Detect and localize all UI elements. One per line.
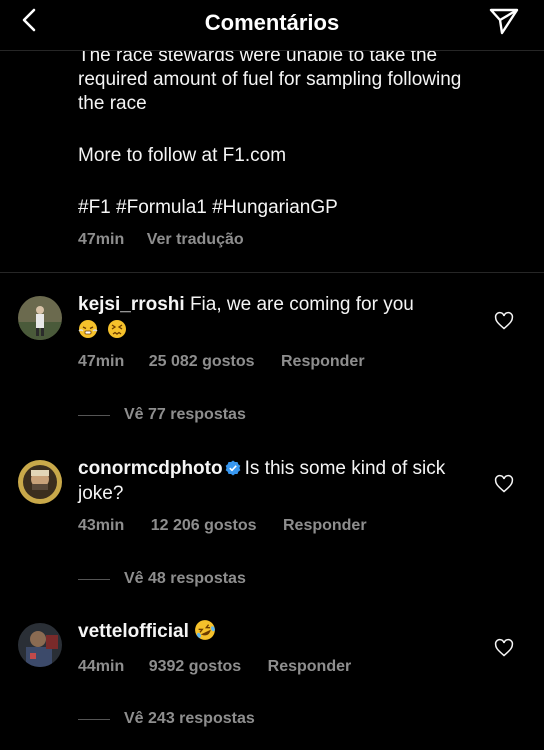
view-replies-button[interactable]: Vê 77 respostas	[78, 406, 246, 424]
triumph-face-emoji	[78, 320, 98, 338]
avatar[interactable]	[18, 460, 62, 504]
view-replies-button[interactable]: Vê 48 respostas	[78, 570, 246, 588]
comment-text: kejsi_rroshi Fia, we are coming for you	[78, 292, 458, 342]
caption-link-line: More to follow at F1.com	[78, 145, 287, 166]
view-replies-label: Vê 77 respostas	[124, 406, 246, 423]
avatar[interactable]	[18, 296, 62, 340]
caption-line: the race	[78, 93, 147, 114]
rolling-on-floor-laughing-emoji	[195, 620, 216, 640]
view-replies-button[interactable]: Vê 243 respostas	[78, 710, 255, 728]
view-replies-label: Vê 243 respostas	[124, 710, 255, 727]
comment-likes[interactable]: 9392 gostos	[149, 658, 241, 675]
avatar[interactable]	[18, 623, 62, 667]
post-caption: The race stewards were unable to take th…	[78, 44, 518, 220]
comment-time: 44min	[78, 658, 125, 675]
translate-link[interactable]: Ver tradução	[147, 231, 244, 248]
page-title: Comentários	[204, 10, 340, 35]
confounded-face-emoji	[108, 320, 127, 338]
comment-time: 43min	[78, 517, 125, 534]
comment-username[interactable]: kejsi_rroshi	[78, 294, 185, 315]
caption-hashtags[interactable]: #F1 #Formula1 #HungarianGP	[78, 196, 518, 220]
replies-divider-line	[78, 414, 110, 416]
view-replies-label: Vê 48 respostas	[124, 570, 246, 587]
replies-divider-line	[78, 578, 110, 580]
comment-likes[interactable]: 12 206 gostos	[151, 517, 257, 534]
comment-text: conormcdphoto Is this some kind of sick …	[78, 456, 458, 506]
comment-time: 47min	[78, 353, 125, 370]
like-heart-icon[interactable]	[494, 311, 514, 331]
caption-time: 47min	[78, 231, 125, 248]
divider	[0, 272, 544, 273]
reply-button[interactable]: Responder	[268, 658, 352, 675]
comment-meta: 43min 12 206 gostos Responder	[78, 517, 367, 535]
header: Comentários	[0, 0, 544, 51]
send-icon[interactable]	[488, 6, 520, 36]
like-heart-icon[interactable]	[494, 474, 514, 494]
verified-badge-icon	[225, 460, 240, 476]
caption-line: required amount of fuel for sampling fol…	[78, 69, 462, 90]
comment-text: vettelofficial	[78, 619, 458, 644]
comment-body: Fia, we are coming for you	[189, 294, 414, 315]
comment-username[interactable]: vettelofficial	[78, 621, 189, 642]
reply-button[interactable]: Responder	[281, 353, 365, 370]
reply-button[interactable]: Responder	[283, 517, 367, 534]
comment-username[interactable]: conormcdphoto	[78, 458, 223, 479]
comment-likes[interactable]: 25 082 gostos	[149, 353, 255, 370]
caption-meta: 47min Ver tradução	[78, 231, 244, 249]
replies-divider-line	[78, 718, 110, 720]
comment-meta: 47min 25 082 gostos Responder	[78, 353, 365, 371]
comment-meta: 44min 9392 gostos Responder	[78, 658, 351, 676]
like-heart-icon[interactable]	[494, 638, 514, 658]
